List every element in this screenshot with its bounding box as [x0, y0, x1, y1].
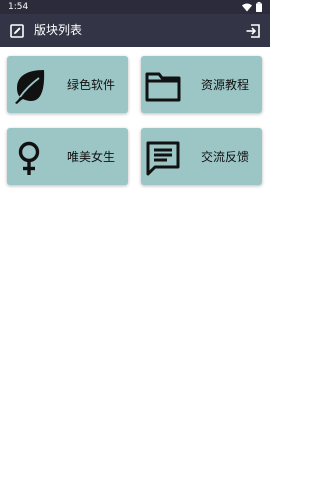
page-title: 版块列表: [34, 23, 83, 37]
folder-icon: [145, 72, 181, 102]
card-icon-wrapper: [145, 68, 181, 104]
card-label: 资源教程: [200, 78, 249, 92]
card-icon-wrapper: [11, 68, 47, 104]
edit-square-icon: [10, 24, 24, 38]
battery-icon: [256, 2, 262, 12]
leaf-icon: [15, 70, 45, 104]
card-icon-wrapper: [145, 140, 181, 176]
card-beautiful-girls[interactable]: 唯美女生: [7, 128, 128, 185]
chat-message-icon: [146, 141, 180, 176]
status-icons: [242, 2, 262, 12]
wifi-icon: [242, 3, 252, 11]
exit-button[interactable]: [245, 23, 261, 39]
card-label: 交流反馈: [200, 150, 249, 164]
status-bar: 1:54: [0, 0, 270, 14]
card-icon-wrapper: [11, 140, 47, 176]
female-symbol-icon: [18, 141, 40, 175]
card-feedback[interactable]: 交流反馈: [141, 128, 262, 185]
exit-icon: [246, 24, 260, 38]
status-time: 1:54: [8, 2, 29, 12]
edit-button[interactable]: [9, 23, 25, 39]
card-label: 唯美女生: [66, 150, 115, 164]
card-green-software[interactable]: 绿色软件: [7, 56, 128, 113]
app-bar: 版块列表: [0, 14, 270, 47]
card-label: 绿色软件: [66, 78, 115, 92]
card-resource-tutorial[interactable]: 资源教程: [141, 56, 262, 113]
